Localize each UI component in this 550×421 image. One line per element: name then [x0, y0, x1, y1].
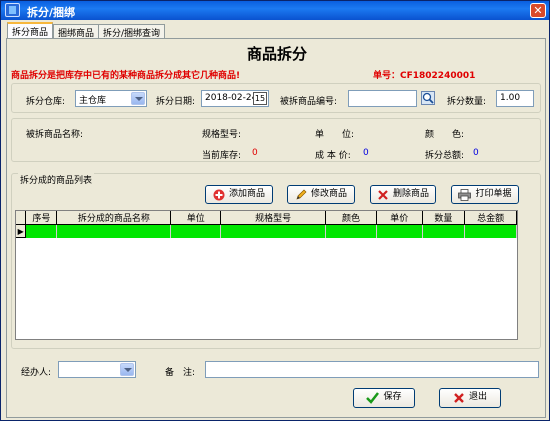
exit-label: 退出 — [468, 392, 487, 402]
print-button[interactable]: 打印单据 — [451, 185, 519, 204]
table-cell[interactable] — [56, 224, 172, 238]
column-header[interactable]: 序号 — [25, 211, 58, 225]
column-header[interactable]: 单价 — [376, 211, 423, 225]
chevron-down-icon[interactable] — [131, 92, 145, 105]
delete-product-button[interactable]: 删除商品 — [370, 185, 436, 204]
stock-label: 当前库存: — [202, 151, 242, 161]
product-info-group: 被拆商品名称: 规格型号: 单 位: 颜 色: 当前库存: 0 成 本 价: 0… — [11, 118, 541, 162]
table-row[interactable]: ▶ — [16, 224, 517, 238]
column-header[interactable]: 颜色 — [325, 211, 377, 225]
row-indicator[interactable]: ▶ — [16, 224, 27, 238]
close-icon — [454, 392, 464, 403]
remark-label: 备 注: — [165, 368, 196, 378]
warehouse-label: 拆分仓库: — [26, 97, 66, 107]
save-button[interactable]: 保存 — [353, 388, 415, 408]
print-label: 打印单据 — [475, 189, 512, 199]
title-bar[interactable]: 拆分/捆绑 ✕ — [1, 1, 549, 20]
calendar-icon[interactable]: 15 — [253, 92, 267, 105]
chevron-down-icon[interactable] — [120, 363, 134, 376]
date-label: 拆分日期: — [156, 97, 196, 107]
product-code-label: 被拆商品编号: — [280, 97, 338, 107]
list-title: 拆分成的商品列表 — [18, 173, 95, 186]
total-label: 拆分总额: — [425, 151, 465, 161]
remark-input[interactable] — [205, 361, 539, 378]
stock-value: 0 — [252, 148, 258, 158]
split-bundle-window: 拆分/捆绑 ✕ 拆分商品 捆绑商品 拆分/捆绑查询 商品拆分 商品拆分是把库存中… — [0, 0, 550, 421]
add-icon — [213, 189, 225, 200]
instruction-note: 商品拆分是把库存中已有的某种商品拆分成其它几种商品! — [11, 71, 241, 81]
table-cell[interactable] — [464, 224, 517, 238]
column-header[interactable]: 规格型号 — [220, 211, 327, 225]
window-title: 拆分/捆绑 — [27, 6, 76, 19]
edit-product-label: 修改商品 — [310, 189, 347, 199]
add-product-label: 添加商品 — [228, 189, 265, 199]
qty-value: 1.00 — [500, 93, 521, 103]
column-header[interactable]: 总金额 — [464, 211, 517, 225]
tab-bundle-product[interactable]: 捆绑商品 — [53, 24, 100, 39]
date-picker[interactable]: 2018-02-24 15 — [201, 90, 269, 107]
handler-select[interactable] — [58, 361, 136, 378]
split-items-table: 序号 拆分成的商品名称 单位 规格型号 颜色 单价 数量 总金额 ▶ — [16, 211, 517, 238]
pencil-icon — [296, 189, 307, 200]
tab-split-bundle-query[interactable]: 拆分/捆绑查询 — [98, 24, 166, 39]
color-label: 颜 色: — [425, 130, 465, 140]
app-icon — [5, 3, 20, 17]
split-form-group: 拆分仓库: 主仓库 拆分日期: 2018-02-24 15 被拆商品编号: 拆分… — [11, 83, 541, 113]
qty-input[interactable]: 1.00 — [496, 90, 534, 107]
page-title: 商品拆分 — [246, 45, 307, 63]
column-header[interactable]: 拆分成的商品名称 — [56, 211, 172, 225]
cost-value: 0 — [363, 148, 369, 158]
warehouse-value: 主仓库 — [79, 96, 107, 106]
split-list-group: 拆分成的商品列表 添加商品 修改商品 删除商品 打印单据 序号 拆分成的商品名称… — [11, 173, 541, 349]
spec-label: 规格型号: — [202, 130, 242, 140]
table-cell[interactable] — [170, 224, 222, 238]
delete-icon — [378, 189, 388, 200]
search-icon[interactable] — [421, 91, 435, 105]
order-number: 单号：CF1802240001 — [373, 71, 476, 81]
column-header[interactable]: 单位 — [170, 211, 222, 225]
table-cell[interactable] — [220, 224, 327, 238]
column-header[interactable]: 数量 — [422, 211, 466, 225]
total-value: 0 — [473, 148, 479, 158]
checkmark-icon — [366, 391, 380, 404]
table-cell[interactable] — [325, 224, 377, 238]
warehouse-select[interactable]: 主仓库 — [75, 90, 147, 107]
table-header-row: 序号 拆分成的商品名称 单位 规格型号 颜色 单价 数量 总金额 — [16, 211, 517, 225]
split-items-grid[interactable]: 序号 拆分成的商品名称 单位 规格型号 颜色 单价 数量 总金额 ▶ — [15, 210, 518, 340]
close-icon[interactable]: ✕ — [530, 3, 546, 18]
cost-label: 成 本 价: — [315, 151, 351, 161]
date-value: 2018-02-24 — [205, 93, 258, 103]
exit-button[interactable]: 退出 — [439, 388, 501, 408]
product-code-input[interactable] — [348, 90, 417, 107]
handler-label: 经办人: — [21, 368, 52, 378]
edit-product-button[interactable]: 修改商品 — [287, 185, 355, 204]
unit-label: 单 位: — [315, 130, 355, 140]
printer-icon — [458, 188, 472, 201]
qty-label: 拆分数量: — [447, 97, 487, 107]
table-cell[interactable] — [25, 224, 58, 238]
row-header-corner — [16, 211, 27, 225]
table-cell[interactable] — [422, 224, 466, 238]
save-label: 保存 — [383, 392, 402, 402]
tab-split-product[interactable]: 拆分商品 — [7, 22, 54, 39]
split-product-page: 商品拆分 商品拆分是把库存中已有的某种商品拆分成其它几种商品! 单号：CF180… — [6, 38, 546, 418]
product-name-label: 被拆商品名称: — [26, 130, 84, 140]
delete-product-label: 删除商品 — [392, 189, 429, 199]
table-cell[interactable] — [376, 224, 423, 238]
add-product-button[interactable]: 添加商品 — [205, 185, 273, 204]
